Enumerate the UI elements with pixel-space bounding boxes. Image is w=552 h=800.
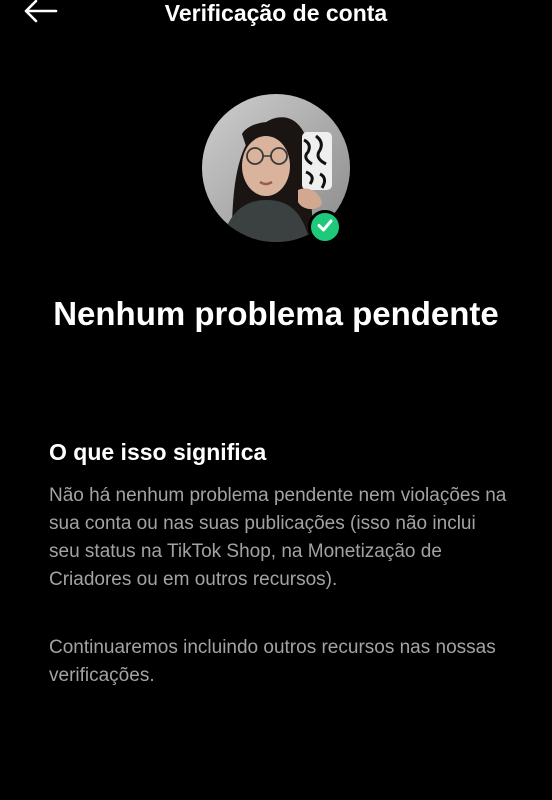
verified-badge [308,210,342,244]
info-paragraph-1: Não há nenhum problema pendente nem viol… [49,485,507,590]
profile-avatar-container [202,94,350,244]
info-title: O que isso significa [49,439,267,465]
top-bar: Verificação de conta [0,0,552,30]
status-headline: Nenhum problema pendente [53,295,499,332]
page-title: Verificação de conta [164,0,388,26]
info-paragraph-2: Continuaremos incluindo outros recursos … [49,637,496,686]
checkmark-icon [316,216,334,239]
